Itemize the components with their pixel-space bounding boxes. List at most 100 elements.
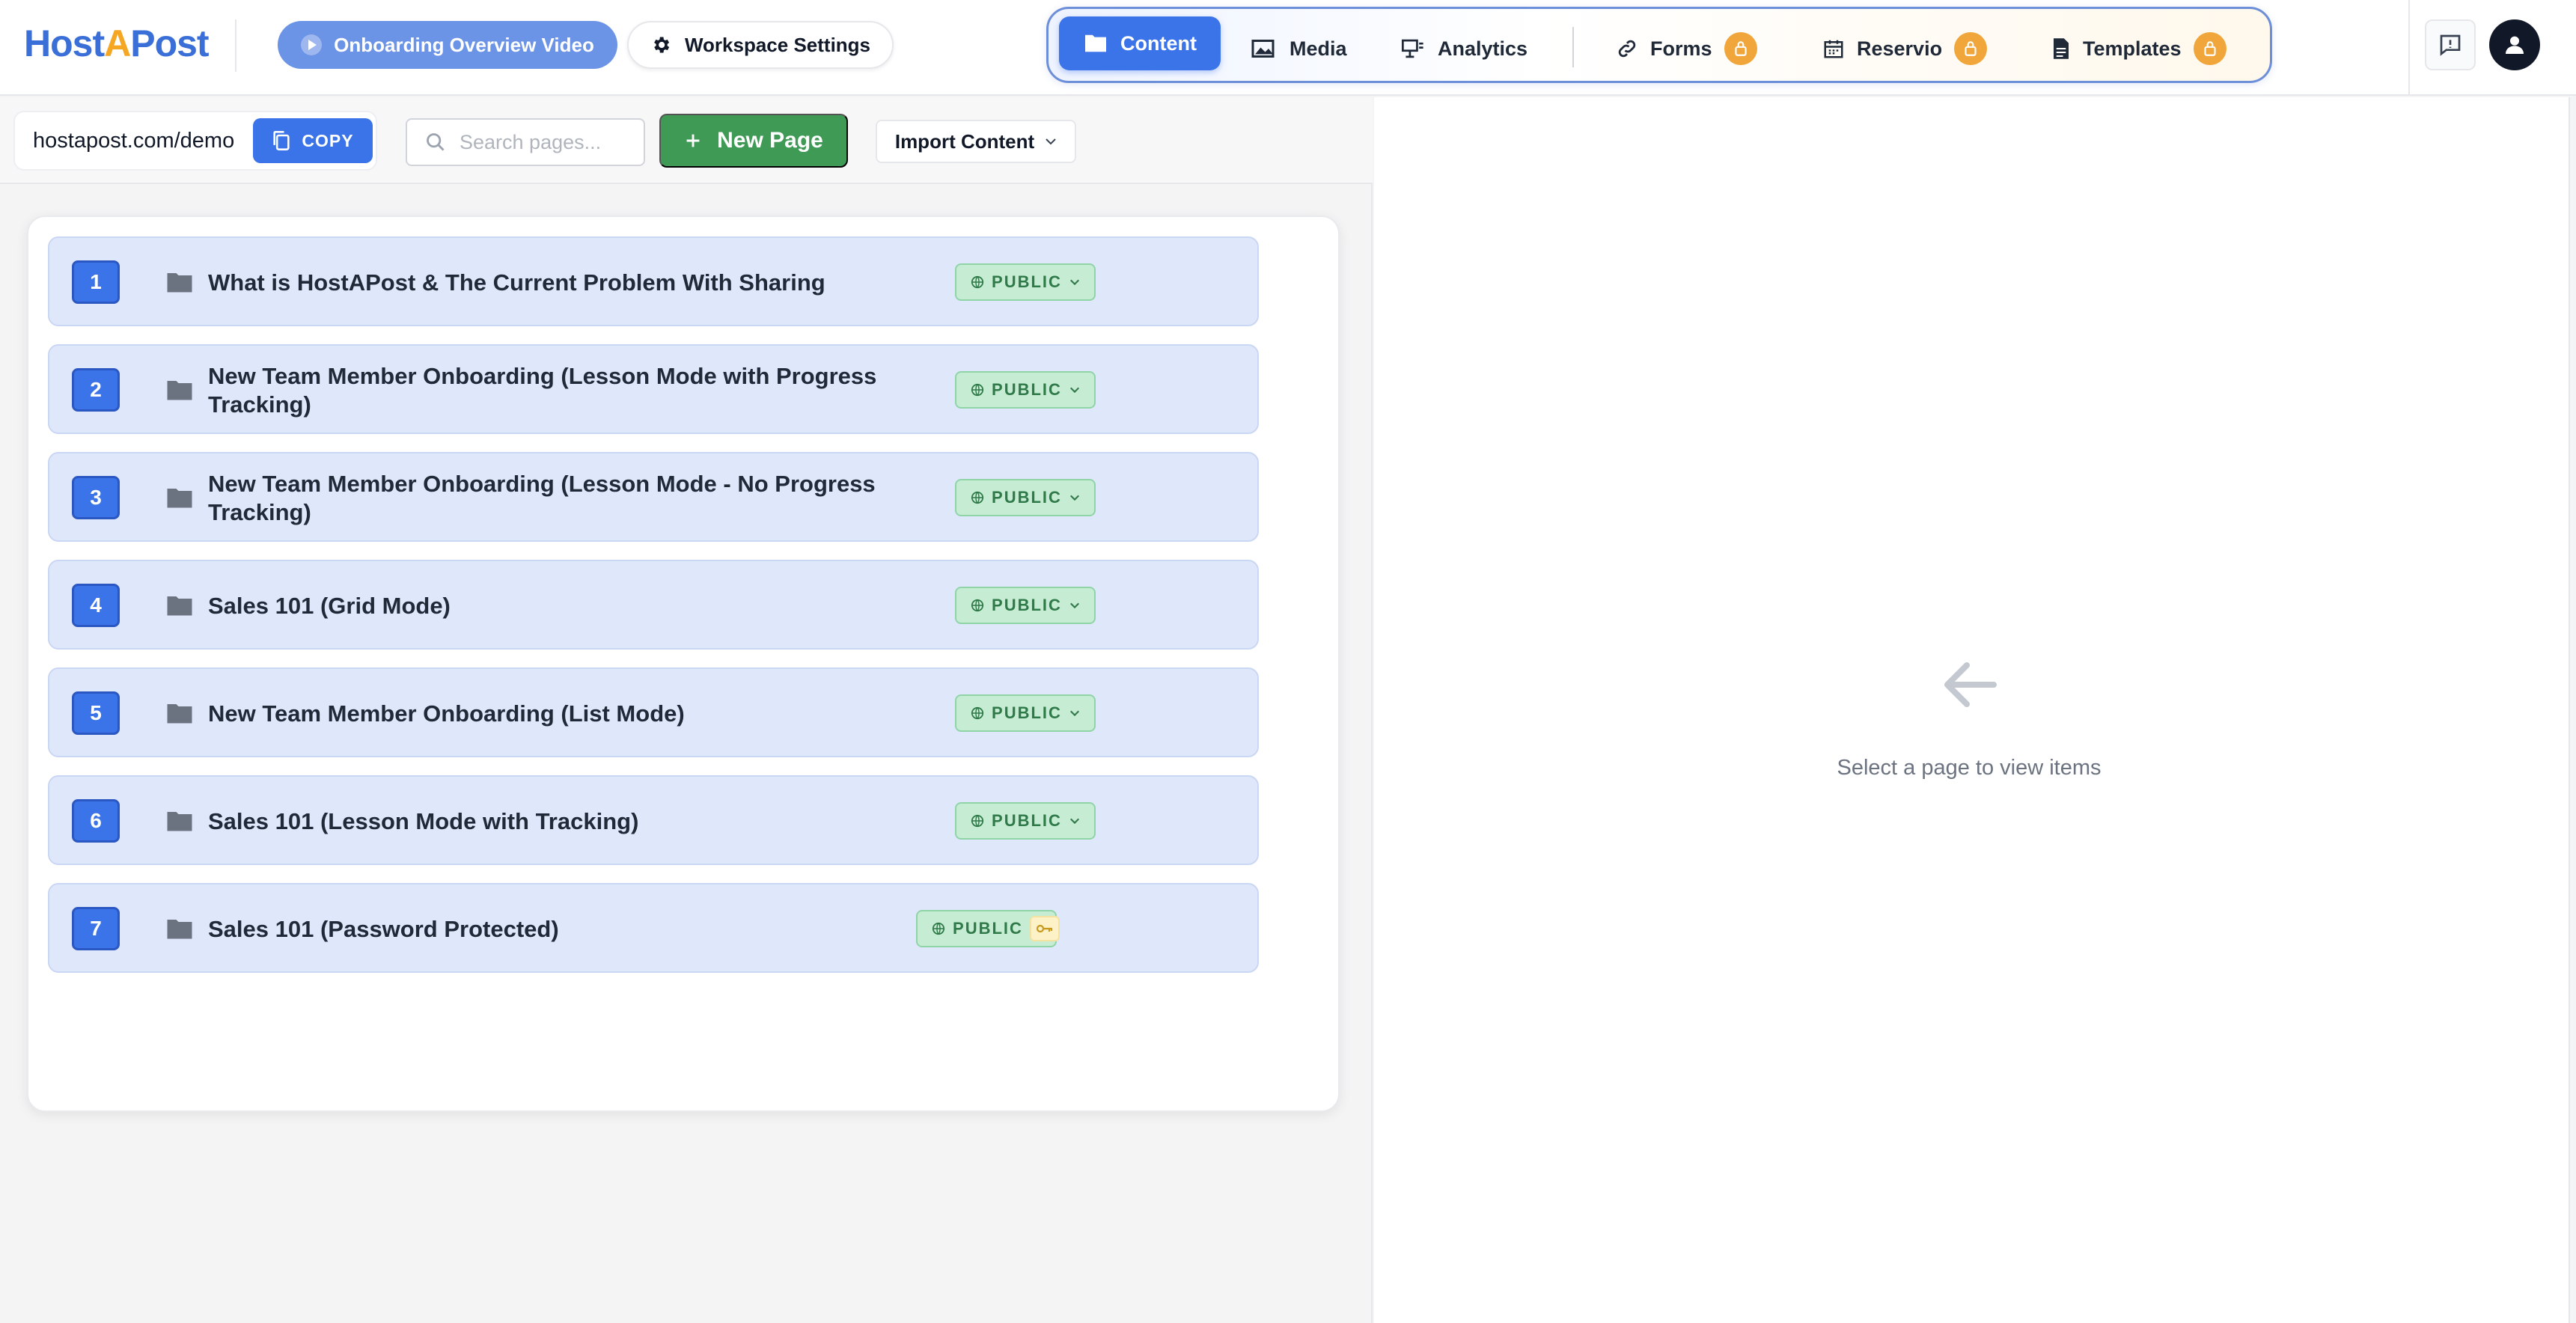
user-avatar[interactable] <box>2489 19 2540 70</box>
folder-icon <box>167 596 192 616</box>
copy-url-button[interactable]: COPY <box>253 118 373 163</box>
scrollbar[interactable] <box>2569 97 2576 1323</box>
folder-icon <box>167 273 192 293</box>
copy-icon <box>273 131 290 150</box>
chevron-down-icon <box>1069 279 1079 286</box>
page-row[interactable]: 1 What is HostAPost & The Current Problem… <box>48 236 1259 326</box>
user-icon <box>2506 36 2524 54</box>
globe-icon <box>971 706 984 720</box>
chevron-down-icon <box>1069 495 1079 501</box>
pages-panel: hostapost.com/demo COPY New Page Import … <box>0 97 1373 1323</box>
top-header: HostAPost Onboarding Overview Video Work… <box>0 0 2576 96</box>
workspace-settings-button[interactable]: Workspace Settings <box>627 21 894 69</box>
chevron-down-icon <box>1069 818 1079 825</box>
globe-icon <box>971 275 984 289</box>
page-title[interactable]: Sales 101 (Lesson Mode with Tracking) <box>208 777 912 867</box>
nav-tab-reservio[interactable]: Reservio <box>1822 25 1988 72</box>
nav-tab-analytics[interactable]: Analytics <box>1400 25 1527 72</box>
page-number[interactable]: 5 <box>72 691 120 735</box>
plus-icon <box>686 134 700 147</box>
folder-icon <box>1085 34 1106 52</box>
visibility-label: PUBLIC <box>992 488 1062 507</box>
main-nav: Content Media Analytics Forms Reservio T… <box>1046 7 2272 83</box>
page-title[interactable]: Sales 101 (Grid Mode) <box>208 561 912 651</box>
page-title[interactable]: New Team Member Onboarding (Lesson Mode … <box>208 346 912 436</box>
page-number[interactable]: 3 <box>72 476 120 519</box>
page-row[interactable]: 5 New Team Member Onboarding (List Mode) P… <box>48 667 1259 757</box>
visibility-dropdown[interactable]: PUBLIC <box>955 802 1096 840</box>
page-row[interactable]: 6 Sales 101 (Lesson Mode with Tracking) PU… <box>48 775 1259 865</box>
play-icon <box>301 34 323 55</box>
password-key-icon[interactable] <box>1030 916 1060 941</box>
chevron-down-icon <box>1069 710 1079 717</box>
nav-tab-forms[interactable]: Forms <box>1616 25 1757 72</box>
calendar-icon <box>1824 40 1843 58</box>
new-page-button[interactable]: New Page <box>659 114 848 168</box>
header-divider <box>235 19 236 72</box>
header-divider <box>2408 0 2410 96</box>
page-number[interactable]: 1 <box>72 260 120 304</box>
visibility-dropdown[interactable]: PUBLIC <box>955 479 1096 516</box>
visibility-dropdown[interactable]: PUBLIC <box>955 694 1096 732</box>
visibility-dropdown[interactable]: PUBLIC <box>955 263 1096 301</box>
arrow-left-icon <box>1944 662 1997 707</box>
visibility-label: PUBLIC <box>953 919 1023 938</box>
page-items-panel: Select a page to view items <box>1374 97 2576 1323</box>
message-icon <box>2440 34 2461 56</box>
globe-icon <box>971 814 984 828</box>
pages-toolbar: hostapost.com/demo COPY New Page Import … <box>0 97 1373 184</box>
page-number[interactable]: 7 <box>72 907 120 950</box>
globe-icon <box>971 491 984 504</box>
page-title[interactable]: New Team Member Onboarding (Lesson Mode … <box>208 453 912 543</box>
lock-icon <box>1954 32 1988 65</box>
folder-icon <box>167 381 192 400</box>
lock-icon <box>1724 32 1757 65</box>
nav-tab-templates[interactable]: Templates <box>2051 25 2226 72</box>
folder-icon <box>167 704 192 724</box>
chevron-down-icon <box>1069 387 1079 394</box>
nav-tab-content[interactable]: Content <box>1059 16 1221 70</box>
image-icon <box>1251 40 1275 58</box>
page-row[interactable]: 3 New Team Member Onboarding (Lesson Mode… <box>48 452 1259 542</box>
page-row[interactable]: 4 Sales 101 (Grid Mode) PUBLIC <box>48 560 1259 650</box>
folder-icon <box>167 489 192 508</box>
globe-icon <box>971 599 984 612</box>
visibility-dropdown[interactable]: PUBLIC <box>955 371 1096 409</box>
nav-tab-media[interactable]: Media <box>1251 25 1347 72</box>
page-number[interactable]: 2 <box>72 368 120 412</box>
feedback-button[interactable] <box>2425 19 2476 70</box>
search-icon <box>427 133 445 151</box>
globe-icon <box>932 922 945 935</box>
analytics-icon <box>1402 39 1423 58</box>
workspace-url: hostapost.com/demo <box>33 128 235 153</box>
visibility-label: PUBLIC <box>992 703 1062 722</box>
nav-separator <box>1572 27 1574 67</box>
search-box <box>406 118 645 166</box>
document-icon <box>2054 38 2069 59</box>
page-row[interactable]: 2 New Team Member Onboarding (Lesson Mode… <box>48 344 1259 434</box>
globe-icon <box>971 383 984 397</box>
lock-icon <box>2193 32 2226 65</box>
page-title[interactable]: What is HostAPost & The Current Problem … <box>208 238 912 328</box>
page-title[interactable]: Sales 101 (Password Protected) <box>208 884 912 974</box>
page-number[interactable]: 4 <box>72 584 120 627</box>
chevron-down-icon <box>1046 138 1056 145</box>
import-content-dropdown[interactable]: Import Content <box>876 120 1076 163</box>
search-pages-input[interactable] <box>460 130 639 154</box>
key-icon <box>1036 924 1053 933</box>
visibility-dropdown[interactable]: PUBLIC <box>955 587 1096 624</box>
visibility-label: PUBLIC <box>992 811 1062 830</box>
pages-list-card: 1 What is HostAPost & The Current Problem… <box>27 216 1340 1112</box>
visibility-label: PUBLIC <box>992 596 1062 614</box>
empty-state-message: Select a page to view items <box>1837 756 2102 780</box>
onboarding-video-button[interactable]: Onboarding Overview Video <box>278 21 617 69</box>
link-icon <box>1618 40 1636 58</box>
folder-icon <box>167 920 192 939</box>
folder-icon <box>167 812 192 831</box>
page-number[interactable]: 6 <box>72 799 120 843</box>
page-title[interactable]: New Team Member Onboarding (List Mode) <box>208 669 912 759</box>
page-row[interactable]: 7 Sales 101 (Password Protected) PUBLIC <box>48 883 1259 973</box>
visibility-label: PUBLIC <box>992 380 1062 399</box>
brand-logo[interactable]: HostAPost <box>24 19 210 67</box>
gear-icon <box>654 37 670 53</box>
